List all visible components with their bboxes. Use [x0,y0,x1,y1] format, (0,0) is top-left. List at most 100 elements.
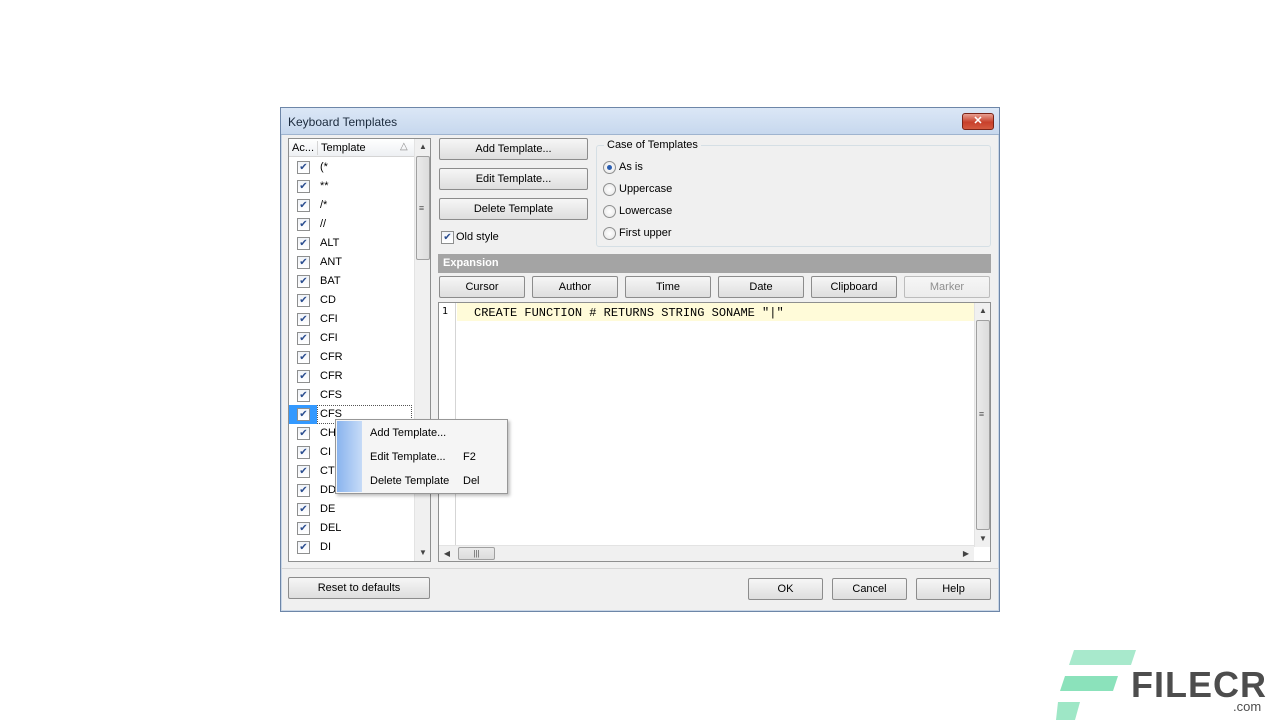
context-edit-template[interactable]: Edit Template... F2 [370,447,504,467]
list-item[interactable]: ✔ DEL [289,519,415,538]
template-rows: ✔ (* ✔ ** ✔/* ✔//✔ ALT ✔ ANT ✔ BAT ✔ CD ✔ CFI ✔ CFI ✔ CFR ✔… [289,158,415,557]
cancel-button[interactable]: Cancel [832,578,907,600]
list-item[interactable]: ✔ ANT [289,253,415,272]
scroll-left-icon[interactable]: ◀ [439,546,455,561]
scroll-right-icon[interactable]: ▶ [958,546,974,561]
column-header-active[interactable]: Ac... [292,142,314,154]
time-button[interactable]: Time [625,276,711,298]
column-divider[interactable] [317,141,318,155]
title-bar[interactable]: Keyboard Templates ✕ [281,108,999,135]
footer-divider [281,568,999,569]
active-checkbox[interactable]: ✔ [297,484,310,497]
editor-scroll-down-icon[interactable]: ▼ [975,531,990,547]
context-add-template-label: Add Template... [370,427,447,439]
list-item[interactable]: ✔ CFI [289,329,415,348]
reset-to-defaults-button[interactable]: Reset to defaults [288,577,430,599]
active-checkbox[interactable]: ✔ [297,541,310,554]
active-checkbox[interactable]: ✔ [297,256,310,269]
list-item[interactable]: ✔ // [289,215,415,234]
context-menu-gutter [337,421,362,492]
active-checkbox[interactable]: ✔ [297,427,310,440]
active-checkbox[interactable]: ✔ [297,332,310,345]
window-title: Keyboard Templates [288,115,398,129]
list-item[interactable]: ✔ CFR [289,348,415,367]
help-button[interactable]: Help [916,578,991,600]
radio-as-is[interactable] [603,161,616,174]
list-vertical-scrollbar[interactable]: ▲ ≡ ▼ [414,139,430,561]
edit-template-button[interactable]: Edit Template... [439,168,588,190]
code-line[interactable]: CREATE FUNCTION # RETURNS STRING SONAME … [457,303,974,321]
delete-template-button[interactable]: Delete Template [439,198,588,220]
active-checkbox[interactable]: ✔ [297,199,310,212]
template-name: ANT [320,256,342,268]
template-name: CFS [320,389,342,401]
radio-first-upper-label: First upper [619,227,672,239]
active-checkbox[interactable]: ✔ [297,370,310,383]
template-name: DEL [320,522,342,534]
list-item[interactable]: ✔ CD [289,291,415,310]
list-item[interactable]: ✔ (* [289,158,415,177]
active-checkbox[interactable]: ✔ [297,465,310,478]
expansion-header: Expansion [438,254,991,273]
list-item[interactable]: ✔ CFI [289,310,415,329]
old-style-checkbox[interactable]: ✔ [441,231,454,244]
list-item[interactable]: ✔ BAT [289,272,415,291]
editor-scroll-thumb[interactable] [976,320,990,530]
template-name: /* [320,199,328,211]
marker-button: Marker [904,276,990,298]
list-item[interactable]: ✔ ALT [289,234,415,253]
context-delete-template-shortcut: Del [463,475,480,487]
active-checkbox[interactable]: ✔ [297,408,310,421]
template-name: BAT [320,275,341,287]
sort-arrow-icon: △ [400,141,408,152]
list-item[interactable]: ✔ /* [289,196,415,215]
active-checkbox[interactable]: ✔ [297,446,310,459]
list-item[interactable]: ✔ DI [289,538,415,557]
template-name: DE [320,503,336,515]
radio-first-upper[interactable] [603,227,616,240]
close-button[interactable]: ✕ [962,113,994,130]
editor-vertical-scrollbar[interactable]: ▲ ≡ ▼ [974,303,990,547]
column-header-template[interactable]: Template [321,142,366,154]
active-checkbox[interactable]: ✔ [297,237,310,250]
horizontal-scroll-thumb[interactable]: ||| [458,547,495,560]
template-name: CFR [320,370,343,382]
active-checkbox[interactable]: ✔ [297,161,310,174]
active-checkbox[interactable]: ✔ [297,522,310,535]
context-menu: Add Template... Edit Template... F2 Dele… [335,419,508,494]
radio-lowercase[interactable] [603,205,616,218]
scroll-down-icon[interactable]: ▼ [415,545,430,561]
context-edit-template-label: Edit Template... [370,451,446,463]
grip-icon: ≡ [418,203,425,213]
active-checkbox[interactable]: ✔ [297,389,310,402]
context-add-template[interactable]: Add Template... [370,423,504,443]
active-checkbox[interactable]: ✔ [297,294,310,307]
list-item[interactable]: ✔ DE [289,500,415,519]
template-name: CD [320,294,336,306]
radio-uppercase[interactable] [603,183,616,196]
list-item[interactable]: ✔ ** [289,177,415,196]
add-template-button[interactable]: Add Template... [439,138,588,160]
scroll-up-icon[interactable]: ▲ [415,139,430,155]
list-item[interactable]: ✔ CFR [289,367,415,386]
ok-button[interactable]: OK [748,578,823,600]
context-delete-template[interactable]: Delete Template Del [370,471,504,491]
editor-scroll-up-icon[interactable]: ▲ [975,303,990,319]
active-checkbox[interactable]: ✔ [297,180,310,193]
clipboard-button[interactable]: Clipboard [811,276,897,298]
active-checkbox[interactable]: ✔ [297,503,310,516]
active-checkbox[interactable]: ✔ [297,275,310,288]
list-item[interactable]: ✔ CFS [289,386,415,405]
editor-grip-icon: ≡ [978,409,985,419]
list-header: Ac... Template △ [289,139,415,157]
active-checkbox[interactable]: ✔ [297,218,310,231]
date-button[interactable]: Date [718,276,804,298]
active-checkbox[interactable]: ✔ [297,351,310,364]
expansion-editor[interactable]: 1 CREATE FUNCTION # RETURNS STRING SONAM… [438,302,991,562]
template-list[interactable]: Ac... Template △ ✔ (* ✔ ** ✔ /* ✔ // ✔ ALT ✔ ANT ✔ BA… [288,138,431,562]
author-button[interactable]: Author [532,276,618,298]
editor-horizontal-scrollbar[interactable]: ◀ ||| ▶ [439,545,974,561]
cursor-button[interactable]: Cursor [439,276,525,298]
watermark-suffix: .com [1233,699,1262,714]
active-checkbox[interactable]: ✔ [297,313,310,326]
